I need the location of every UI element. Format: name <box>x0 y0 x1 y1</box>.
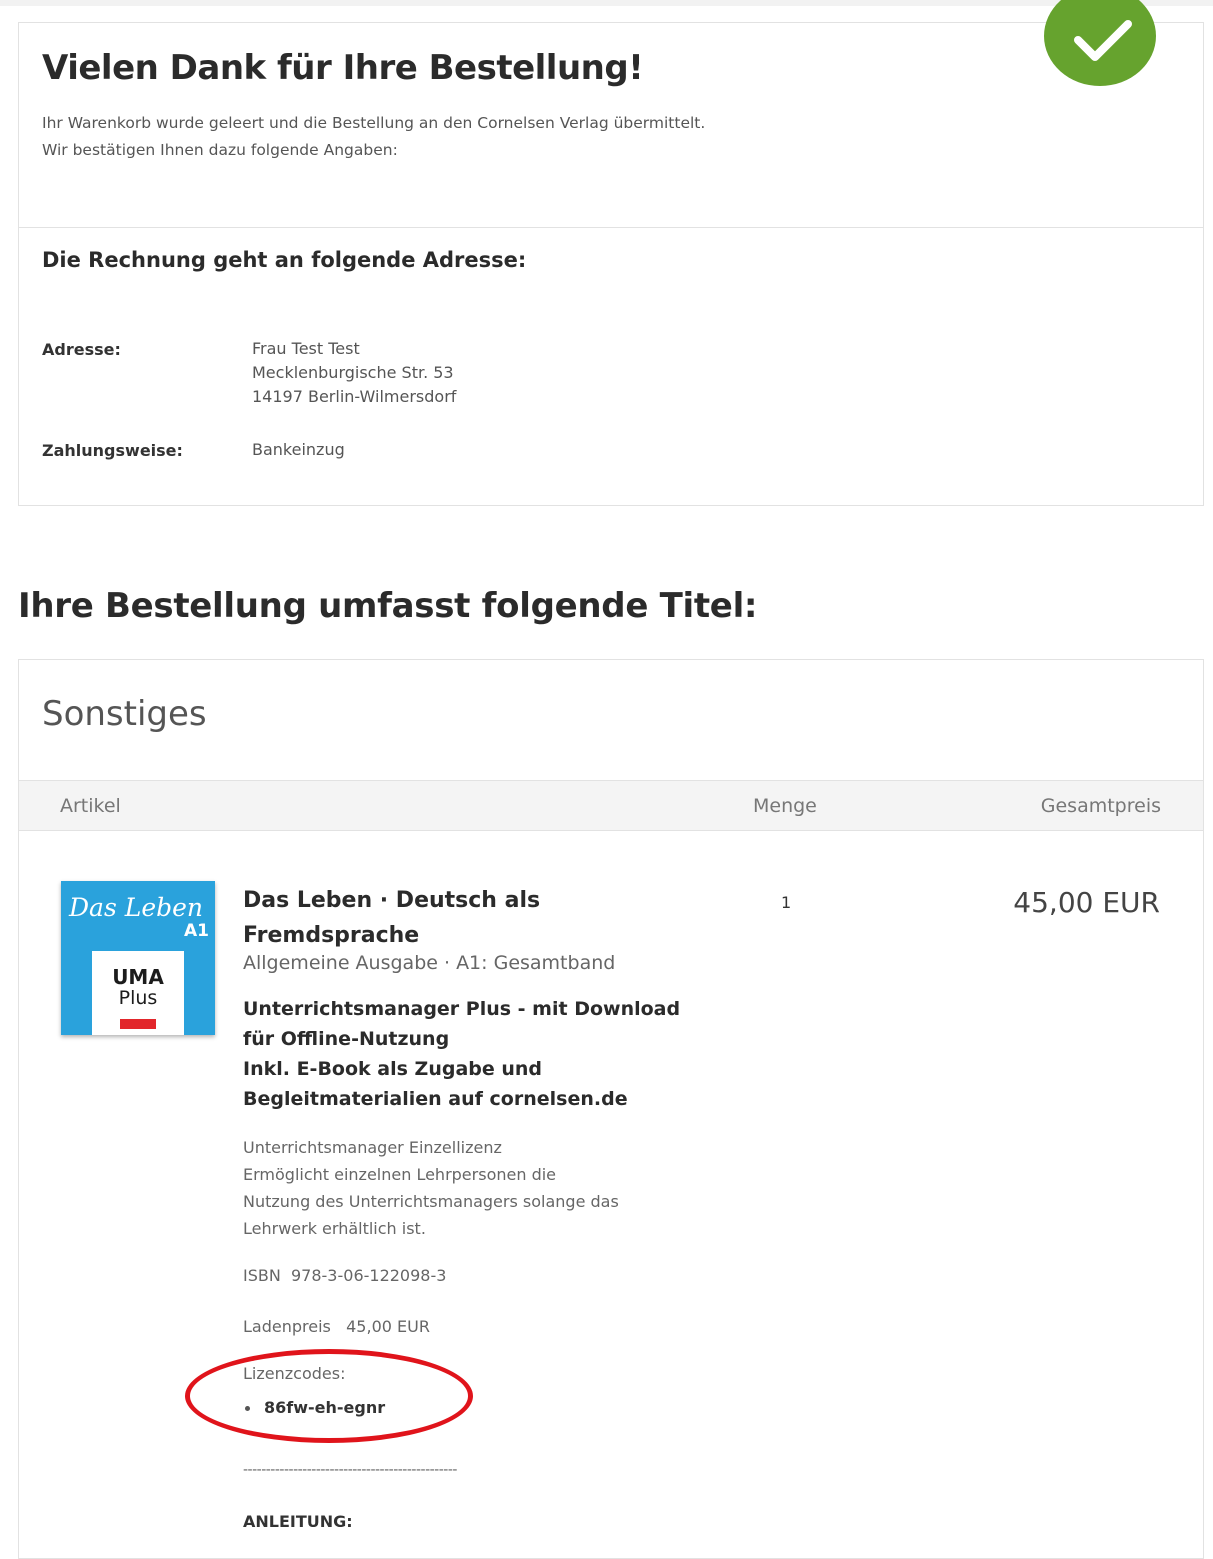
description-line: für Offline-Nutzung <box>243 1028 450 1050</box>
text-line: Lehrwerk erhältlich ist. <box>243 1219 426 1238</box>
payment-value: Bankeinzug <box>252 440 345 459</box>
table-header: Artikel Menge Gesamtpreis <box>19 780 1203 831</box>
text-line: Ermöglicht einzelnen Lehrpersonen die <box>243 1165 557 1184</box>
product-description: Unterrichtsmanager Plus - mit Download f… <box>243 994 693 1114</box>
publisher-logo <box>120 1019 156 1029</box>
item-total: 45,00 EUR <box>1013 886 1160 919</box>
description-line: Unterrichtsmanager Plus - mit Download <box>243 998 681 1020</box>
product-store-price: Ladenpreis 45,00 EUR <box>243 1317 430 1336</box>
column-article: Artikel <box>60 795 121 817</box>
cover-uma: UMA <box>112 965 164 989</box>
address-value: Frau Test Test Mecklenburgische Str. 53 … <box>252 337 456 409</box>
text-line: Nutzung des Unterrichtsmanagers solange … <box>243 1192 619 1211</box>
order-heading: Ihre Bestellung umfasst folgende Titel: <box>18 586 758 626</box>
billing-title: Die Rechnung geht an folgende Adresse: <box>42 248 527 272</box>
address-line: 14197 Berlin-Wilmersdorf <box>252 387 457 406</box>
description-line: Begleitmaterialien auf cornelsen.de <box>243 1088 628 1110</box>
text-line: Unterrichtsmanager Einzellizenz <box>243 1138 502 1157</box>
address-line: Frau Test Test <box>252 339 360 358</box>
column-total: Gesamtpreis <box>1040 795 1161 817</box>
product-name-line: Fremdsprache <box>243 923 420 948</box>
column-quantity: Menge <box>753 795 817 817</box>
product-cover-image[interactable]: Das Leben A1 UMA Plus <box>61 881 215 1035</box>
instructions-label: ANLEITUNG: <box>243 1512 353 1531</box>
product-subtitle: Allgemeine Ausgabe · A1: Gesamtband <box>243 952 616 974</box>
top-border <box>0 0 1213 6</box>
panel-divider <box>19 227 1203 228</box>
product-name-line: Das Leben · Deutsch als <box>243 888 541 913</box>
page-title: Vielen Dank für Ihre Bestellung! <box>42 48 644 88</box>
intro-line: Wir bestätigen Ihnen dazu folgende Angab… <box>42 141 398 159</box>
cover-card: UMA Plus <box>92 951 184 1035</box>
category-title: Sonstiges <box>42 694 207 734</box>
highlight-circle-annotation <box>185 1349 473 1443</box>
payment-label: Zahlungsweise: <box>42 441 183 460</box>
product-name[interactable]: Das Leben · Deutsch als Fremdsprache <box>243 883 683 953</box>
address-line: Mecklenburgische Str. 53 <box>252 363 454 382</box>
product-isbn: ISBN 978-3-06-122098-3 <box>243 1266 447 1285</box>
intro-text: Ihr Warenkorb wurde geleert und die Best… <box>42 110 942 164</box>
intro-line: Ihr Warenkorb wurde geleert und die Best… <box>42 114 706 132</box>
cover-plus: Plus <box>118 987 158 1009</box>
check-icon <box>1044 0 1156 86</box>
description-line: Inkl. E-Book als Zugabe und <box>243 1058 543 1080</box>
text-divider: ----------------------------------------… <box>243 1462 457 1478</box>
cover-title: Das Leben <box>69 893 204 922</box>
item-quantity: 1 <box>781 893 792 912</box>
product-text: Unterrichtsmanager Einzellizenz Ermöglic… <box>243 1134 619 1242</box>
cover-level: A1 <box>184 921 209 941</box>
address-label: Adresse: <box>42 340 121 359</box>
